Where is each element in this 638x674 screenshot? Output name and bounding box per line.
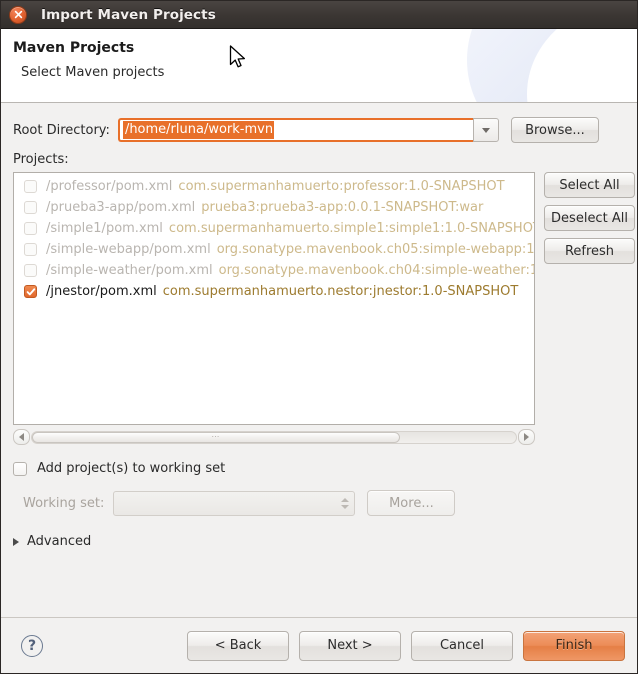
spinner-updown-icon — [341, 498, 349, 509]
root-directory-label: Root Directory: — [13, 123, 110, 138]
next-button[interactable]: Next > — [299, 631, 401, 661]
help-question-icon[interactable]: ? — [21, 635, 43, 657]
root-directory-value: /home/rluna/work-mvn — [123, 121, 274, 139]
project-path: /prueba3-app/pom.xml — [46, 200, 195, 215]
row-checkbox[interactable] — [24, 201, 37, 214]
project-path: /simple1/pom.xml — [46, 221, 163, 236]
page-title: Maven Projects — [13, 40, 637, 56]
table-row[interactable]: /simple-weather/pom.xml org.sonatype.mav… — [14, 260, 534, 281]
refresh-button[interactable]: Refresh — [544, 238, 635, 264]
dialog-body: Root Directory: /home/rluna/work-mvn Bro… — [1, 103, 637, 617]
back-button[interactable]: < Back — [187, 631, 289, 661]
grip-dots: ⋯ — [211, 433, 220, 441]
arrow-right-glyph — [524, 433, 529, 441]
browse-button[interactable]: Browse... — [511, 117, 599, 143]
add-to-working-set-checkbox[interactable] — [13, 462, 27, 476]
list-action-buttons: Select All Deselect All Refresh — [544, 172, 635, 264]
navigation-buttons: < Back Next > Cancel Finish — [187, 631, 625, 661]
chevron-down-icon[interactable] — [473, 118, 499, 142]
row-checkbox-checked[interactable] — [24, 285, 37, 298]
deselect-all-button[interactable]: Deselect All — [544, 205, 635, 231]
project-artifact: org.sonatype.mavenbook.ch04:simple-weath… — [219, 263, 534, 278]
working-set-select[interactable] — [113, 491, 355, 516]
project-path: /simple-webapp/pom.xml — [46, 242, 211, 257]
window-title: Import Maven Projects — [41, 7, 216, 23]
row-checkbox[interactable] — [24, 222, 37, 235]
import-maven-projects-dialog: Import Maven Projects Maven Projects Sel… — [0, 0, 638, 674]
root-directory-combo[interactable]: /home/rluna/work-mvn — [118, 118, 499, 142]
wizard-header: Maven Projects Select Maven projects — [1, 29, 637, 103]
add-to-working-set-label: Add project(s) to working set — [37, 461, 225, 476]
finish-button[interactable]: Finish — [523, 631, 625, 661]
spinner-down-glyph — [341, 505, 349, 509]
root-directory-row: Root Directory: /home/rluna/work-mvn Bro… — [13, 117, 625, 143]
add-to-working-set-row[interactable]: Add project(s) to working set — [13, 461, 625, 476]
table-row[interactable]: /jnestor/pom.xml com.supermanhamuerto.ne… — [14, 281, 534, 302]
advanced-label: Advanced — [27, 534, 91, 549]
more-button[interactable]: More... — [367, 490, 455, 516]
triangle-right-icon — [13, 538, 19, 546]
cancel-button[interactable]: Cancel — [411, 631, 513, 661]
row-checkbox[interactable] — [24, 180, 37, 193]
arrow-right-icon[interactable] — [518, 429, 535, 445]
root-directory-input[interactable]: /home/rluna/work-mvn — [118, 118, 473, 142]
project-artifact: com.supermanhamuerto.nestor:jnestor:1.0-… — [163, 284, 519, 299]
table-row[interactable]: /simple-webapp/pom.xml org.sonatype.mave… — [14, 239, 534, 260]
horizontal-scrollbar[interactable]: ⋯ — [13, 429, 535, 445]
table-row[interactable]: /professor/pom.xml com.supermanhamuerto:… — [14, 176, 534, 197]
scrollbar-thumb[interactable]: ⋯ — [32, 432, 400, 443]
project-artifact: com.supermanhamuerto.simple1:simple1:1.0… — [169, 221, 534, 236]
chevron-down-glyph — [482, 128, 490, 133]
projects-area: /professor/pom.xml com.supermanhamuerto:… — [13, 172, 625, 445]
projects-label: Projects: — [13, 152, 625, 167]
projects-list[interactable]: /professor/pom.xml com.supermanhamuerto:… — [13, 172, 535, 425]
row-checkbox[interactable] — [24, 264, 37, 277]
working-set-label: Working set: — [23, 496, 104, 511]
project-path: /jnestor/pom.xml — [46, 284, 157, 299]
scrollbar-track[interactable]: ⋯ — [31, 431, 517, 444]
table-row[interactable]: /simple1/pom.xml com.supermanhamuerto.si… — [14, 218, 534, 239]
title-bar: Import Maven Projects — [1, 1, 637, 29]
spinner-up-glyph — [341, 498, 349, 502]
project-artifact: prueba3:prueba3-app:0.0.1-SNAPSHOT:war — [201, 200, 483, 215]
project-artifact: com.supermanhamuerto:professor:1.0-SNAPS… — [178, 179, 504, 194]
select-all-button[interactable]: Select All — [544, 172, 635, 198]
working-set-row: Working set: More... — [13, 490, 625, 516]
project-artifact: org.sonatype.mavenbook.ch05:simple-webap… — [217, 242, 534, 257]
arrow-left-glyph — [19, 433, 24, 441]
projects-list-column: /professor/pom.xml com.supermanhamuerto:… — [13, 172, 535, 445]
close-icon[interactable] — [9, 6, 27, 24]
dialog-footer: ? < Back Next > Cancel Finish — [1, 617, 637, 673]
page-subtitle: Select Maven projects — [21, 65, 637, 80]
advanced-expander[interactable]: Advanced — [13, 534, 113, 549]
table-row[interactable]: /prueba3-app/pom.xml prueba3:prueba3-app… — [14, 197, 534, 218]
project-path: /professor/pom.xml — [46, 179, 172, 194]
arrow-left-icon[interactable] — [13, 429, 30, 445]
project-path: /simple-weather/pom.xml — [46, 263, 213, 278]
row-checkbox[interactable] — [24, 243, 37, 256]
